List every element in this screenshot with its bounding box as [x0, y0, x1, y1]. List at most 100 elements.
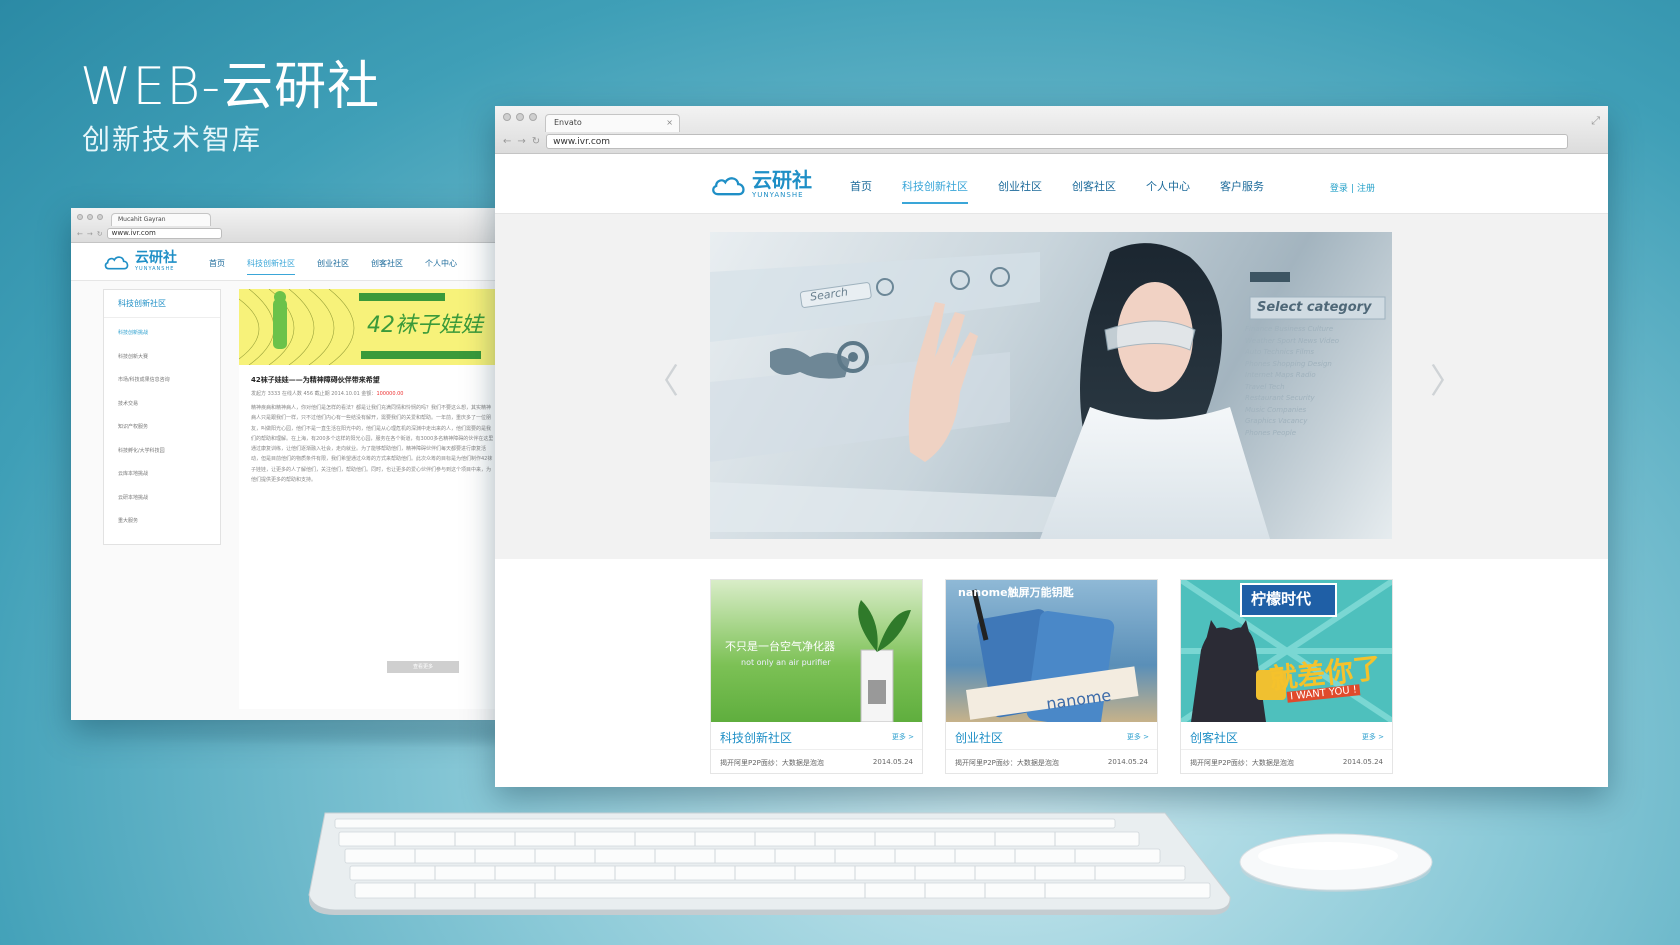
- news-title: 揭开阿里P2P面纱：大数据是泡泡: [1190, 759, 1294, 767]
- card-title: 科技创新社区: [720, 731, 793, 745]
- browser-chrome: Mucahit Gayran ← → ↻ www.ivr.com: [71, 208, 506, 243]
- news-title: 揭开阿里P2P面纱：大数据是泡泡: [720, 759, 824, 767]
- card-maker-community[interactable]: 柠檬时代 就差你了 I WANT YOU ! 创客社区 更多 > 揭开阿里P2P…: [1180, 579, 1393, 774]
- news-date: 2014.05.24: [1107, 758, 1148, 766]
- sidebar-item[interactable]: 知识产权服务: [118, 416, 206, 440]
- article-image: 42袜子娃娃: [239, 289, 506, 365]
- carousel-prev-icon[interactable]: 〈: [645, 354, 679, 403]
- category-item: Auto Technics Films: [1245, 348, 1314, 356]
- sidebar: 科技创新社区 科技创新挑战 科技创新大赛 市场/科技成果信息咨询 技术交易 知识…: [103, 289, 221, 545]
- logo-text: 云研社: [752, 168, 812, 192]
- close-dot-icon[interactable]: [77, 214, 83, 220]
- fullscreen-icon[interactable]: ⤢: [1591, 114, 1600, 128]
- zoom-dot-icon[interactable]: [97, 214, 103, 220]
- window-controls[interactable]: [77, 214, 103, 220]
- banner-category-title: Select category: [1257, 300, 1372, 315]
- card-news-item[interactable]: 揭开阿里P2P面纱：大数据是泡泡 2014.05.24: [711, 750, 922, 776]
- sidebar-item[interactable]: 重大服务: [118, 510, 206, 534]
- browser-tab[interactable]: Envato ×: [545, 114, 680, 132]
- nav-startup-community[interactable]: 创业社区: [998, 178, 1042, 204]
- sidebar-item[interactable]: 云研本地挑战: [118, 487, 206, 511]
- minimize-dot-icon[interactable]: [516, 113, 524, 121]
- sidebar-title: 科技创新社区: [104, 290, 220, 318]
- category-item: Finance Business Culture: [1245, 325, 1334, 333]
- category-item: Graphics Vacancy: [1245, 417, 1308, 425]
- category-item: Weather Sport News Video: [1245, 336, 1340, 345]
- sidebar-item[interactable]: 科技孵化/大学科技园: [118, 440, 206, 464]
- register-link[interactable]: 注册: [1357, 184, 1375, 194]
- reload-icon[interactable]: ↻: [532, 136, 540, 147]
- category-item: Music Companies: [1245, 405, 1307, 414]
- card-more-link[interactable]: 更多 >: [892, 732, 914, 742]
- hero-subtitle: 创新技术智库: [82, 123, 263, 156]
- reload-icon[interactable]: ↻: [97, 230, 103, 238]
- zoom-dot-icon[interactable]: [529, 113, 537, 121]
- news-title: 揭开阿里P2P面纱：大数据是泡泡: [955, 759, 1059, 767]
- card-title-row: 科技创新社区 更多 >: [711, 722, 922, 750]
- close-tab-icon[interactable]: ×: [666, 118, 673, 127]
- sidebar-item[interactable]: 技术交易: [118, 393, 206, 417]
- browser-tab[interactable]: Mucahit Gayran: [111, 213, 211, 226]
- nav-startup-community[interactable]: 创业社区: [317, 258, 349, 275]
- card-news-item[interactable]: 揭开阿里P2P面纱：大数据是泡泡 2014.05.24: [1181, 750, 1392, 776]
- browser-chrome: Envato × ⤢ ← → ↻ www.ivr.com: [495, 106, 1608, 154]
- main-nav: 首页 科技创新社区 创业社区 创客社区 个人中心: [209, 258, 457, 275]
- logo-subtext: YUNYANSHE: [752, 191, 804, 199]
- card-more-link[interactable]: 更多 >: [1362, 732, 1384, 742]
- card-image: nanome触屏万能钥匙 nanome: [946, 580, 1157, 722]
- community-cards: 不只是一台空气净化器 not only an air purifier 科技创新…: [495, 559, 1608, 787]
- nav-tech-community[interactable]: 科技创新社区: [902, 178, 968, 204]
- view-more-button[interactable]: 查看更多: [387, 661, 459, 673]
- main-browser-window: Envato × ⤢ ← → ↻ www.ivr.com 云研社 YUNYANSHE…: [495, 106, 1608, 787]
- back-arrow-icon[interactable]: ←: [77, 230, 83, 238]
- article-title: 42袜子娃娃——为精神障碍伙伴带来希望: [251, 376, 380, 384]
- card-image: 不只是一台空气净化器 not only an air purifier: [711, 580, 922, 722]
- card-title: 创业社区: [955, 731, 1004, 745]
- minimize-dot-icon[interactable]: [87, 214, 93, 220]
- sidebar-item[interactable]: 科技创新大赛: [118, 346, 206, 370]
- address-bar[interactable]: www.ivr.com: [546, 134, 1568, 149]
- sidebar-item[interactable]: 科技创新挑战: [118, 322, 206, 346]
- hero-title: WEB-云研社: [80, 57, 381, 117]
- card-image-text: 柠檬时代: [1251, 590, 1312, 608]
- nav-personal-center[interactable]: 个人中心: [1146, 178, 1190, 204]
- page-body: 科技创新社区 科技创新挑战 科技创新大赛 市场/科技成果信息咨询 技术交易 知识…: [71, 281, 506, 720]
- address-row: ← → ↻ www.ivr.com: [503, 134, 1568, 149]
- card-startup-community[interactable]: nanome触屏万能钥匙 nanome 创业社区 更多 > 揭开阿里P2P面纱：…: [945, 579, 1158, 774]
- back-arrow-icon[interactable]: ←: [503, 136, 511, 147]
- site-logo[interactable]: 云研社 YUNYANSHE: [103, 251, 177, 272]
- address-bar[interactable]: www.ivr.com: [106, 228, 222, 239]
- article: 42袜子娃娃 42袜子娃娃——为精神障碍伙伴带来希望 发起方 3333 在线人数…: [239, 289, 506, 709]
- nav-tech-community[interactable]: 科技创新社区: [247, 258, 295, 275]
- cloud-logo-icon: [103, 254, 131, 270]
- card-tech-community[interactable]: 不只是一台空气净化器 not only an air purifier 科技创新…: [710, 579, 923, 774]
- banner-category-list: Finance Business Culture Weather Sport N…: [1245, 324, 1339, 439]
- site-header: 云研社 YUNYANSHE 首页 科技创新社区 创业社区 创客社区 个人中心 客户…: [495, 154, 1608, 214]
- article-image-text: 42袜子娃娃: [367, 313, 483, 338]
- nav-customer-service[interactable]: 客户服务: [1220, 178, 1264, 204]
- nav-personal-center[interactable]: 个人中心: [425, 258, 457, 275]
- article-meta-text: 发起方 3333 在线人数 456 截止期 2014.10.01 金额：: [251, 391, 377, 397]
- site-logo[interactable]: 云研社 YUNYANSHE: [710, 170, 812, 199]
- card-image-subtext: not only an air purifier: [741, 658, 831, 667]
- login-link[interactable]: 登录: [1330, 184, 1348, 194]
- hero-banner[interactable]: Search Select category Finance Business …: [710, 232, 1392, 539]
- nav-home[interactable]: 首页: [209, 258, 225, 275]
- logo-subtext: YUNYANSHE: [135, 266, 175, 272]
- forward-arrow-icon[interactable]: →: [517, 136, 525, 147]
- sidebar-item[interactable]: 云库本地挑战: [118, 463, 206, 487]
- carousel-next-icon[interactable]: 〉: [1430, 354, 1464, 403]
- forward-arrow-icon[interactable]: →: [87, 230, 93, 238]
- nav-maker-community[interactable]: 创客社区: [371, 258, 403, 275]
- close-dot-icon[interactable]: [503, 113, 511, 121]
- news-date: 2014.05.24: [1342, 758, 1383, 766]
- card-news-item[interactable]: 揭开阿里P2P面纱：大数据是泡泡 2014.05.24: [946, 750, 1157, 776]
- nav-home[interactable]: 首页: [850, 178, 872, 204]
- card-more-link[interactable]: 更多 >: [1127, 732, 1149, 742]
- sidebar-item[interactable]: 市场/科技成果信息咨询: [118, 369, 206, 393]
- window-controls[interactable]: [503, 113, 537, 121]
- nav-maker-community[interactable]: 创客社区: [1072, 178, 1116, 204]
- banner-area: 〈 Search Select category Finance Busines…: [495, 214, 1608, 559]
- auth-links: 登录 | 注册: [1329, 184, 1375, 194]
- category-item: Restaurant Security: [1245, 394, 1315, 402]
